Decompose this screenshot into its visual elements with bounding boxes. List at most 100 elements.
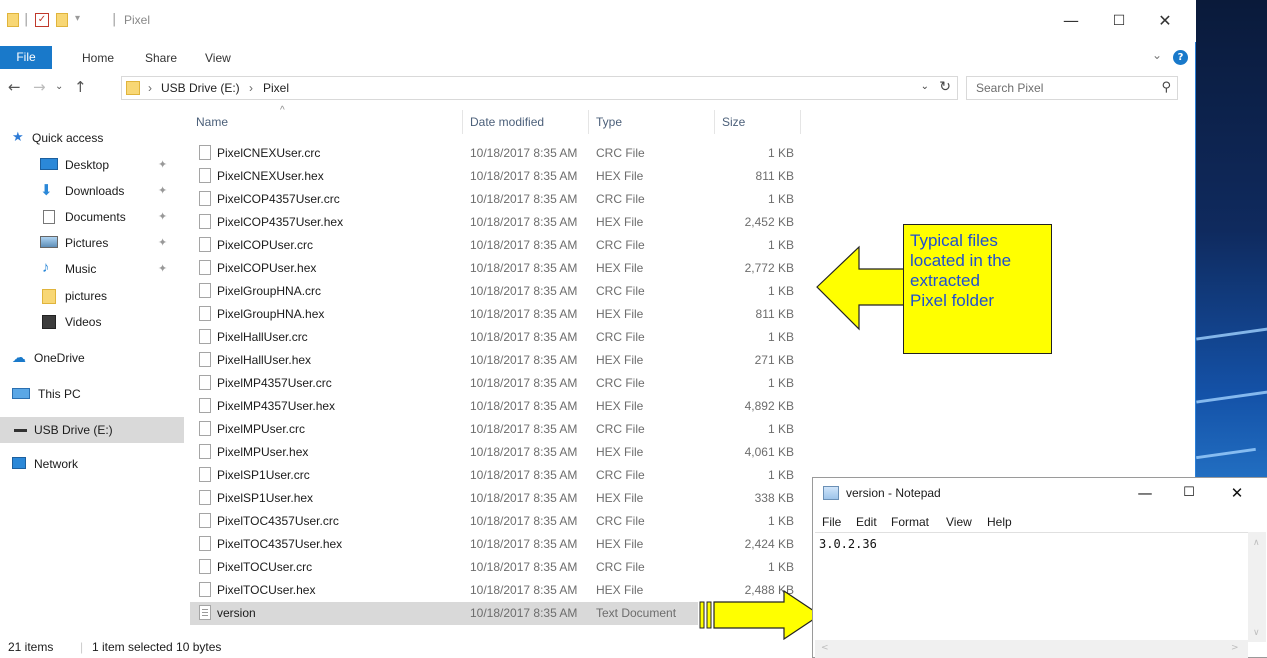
sidebar-item-usb-drive[interactable]: USB Drive (E:): [0, 417, 184, 443]
properties-icon[interactable]: ✓: [35, 13, 49, 27]
chevron-right-icon[interactable]: ›: [249, 81, 253, 95]
scroll-down-icon[interactable]: ∨: [1253, 628, 1260, 638]
chevron-down-icon[interactable]: ⌄: [1152, 48, 1162, 62]
file-name: PixelHallUser.hex: [217, 353, 312, 367]
pin-icon[interactable]: ✦: [158, 262, 167, 275]
file-size: 4,061 KB: [744, 445, 794, 459]
sidebar-item-quick-access[interactable]: ★ Quick access: [0, 126, 184, 150]
folder-icon: [42, 289, 56, 304]
file-row[interactable]: PixelHallUser.hex 10/18/2017 8:35 AM HEX F…: [190, 349, 802, 372]
file-name: PixelTOC4357User.crc: [217, 514, 339, 528]
sidebar-item-pictures[interactable]: Pictures ✦: [0, 231, 184, 255]
minimize-button[interactable]: —: [1056, 8, 1086, 34]
file-row[interactable]: PixelGroupHNA.hex 10/18/2017 8:35 AM HEX F…: [190, 303, 802, 326]
file-row[interactable]: PixelCNEXUser.crc 10/18/2017 8:35 AM CRC F…: [190, 142, 802, 165]
column-divider[interactable]: [462, 110, 463, 134]
menu-format[interactable]: Format: [891, 515, 929, 529]
file-row[interactable]: PixelTOC4357User.crc 10/18/2017 8:35 AM CR…: [190, 510, 802, 533]
breadcrumb-pixel[interactable]: Pixel: [263, 81, 289, 95]
pin-icon[interactable]: ✦: [158, 184, 167, 197]
file-size: 2,424 KB: [744, 537, 794, 551]
search-placeholder: Search Pixel: [976, 81, 1044, 95]
help-icon[interactable]: ?: [1173, 50, 1188, 65]
file-row[interactable]: PixelCNEXUser.hex 10/18/2017 8:35 AM HEX F…: [190, 165, 802, 188]
file-type: Text Document: [596, 606, 677, 620]
pin-icon[interactable]: ✦: [158, 236, 167, 249]
sidebar-item-pictures-folder[interactable]: pictures: [0, 284, 184, 308]
vertical-scrollbar[interactable]: ∧ ∨: [1248, 532, 1266, 642]
file-icon: [199, 352, 211, 367]
sidebar-item-documents[interactable]: Documents ✦: [0, 205, 184, 229]
documents-icon: [43, 210, 55, 224]
sidebar-item-downloads[interactable]: ⬇ Downloads ✦: [0, 179, 184, 203]
customize-toolbar-icon[interactable]: ▾: [75, 13, 80, 24]
file-size: 1 KB: [767, 284, 794, 298]
address-input[interactable]: › USB Drive (E:) › Pixel ⌄ ↻: [121, 76, 958, 100]
chevron-down-icon[interactable]: ⌄: [921, 81, 929, 92]
file-row[interactable]: PixelTOCUser.crc 10/18/2017 8:35 AM CRC Fi…: [190, 556, 802, 579]
file-row[interactable]: version 10/18/2017 8:35 AM Text Document: [190, 602, 698, 625]
tab-file[interactable]: File: [0, 46, 52, 69]
pin-icon[interactable]: ✦: [158, 210, 167, 223]
sidebar-item-music[interactable]: ♪ Music ✦: [0, 257, 184, 281]
file-row[interactable]: PixelMPUser.hex 10/18/2017 8:35 AM HEX Fil…: [190, 441, 802, 464]
column-size[interactable]: Size: [722, 115, 745, 129]
menu-help[interactable]: Help: [987, 515, 1012, 529]
column-date-modified[interactable]: Date modified: [470, 115, 544, 129]
close-button[interactable]: ✕: [1150, 8, 1180, 34]
tab-view[interactable]: View: [205, 47, 231, 69]
file-row[interactable]: PixelSP1User.hex 10/18/2017 8:35 AM HEX Fi…: [190, 487, 802, 510]
breadcrumb-usb-drive[interactable]: USB Drive (E:): [161, 81, 240, 95]
file-icon: [199, 329, 211, 344]
file-row[interactable]: PixelCOP4357User.crc 10/18/2017 8:35 AM CR…: [190, 188, 802, 211]
scroll-right-icon[interactable]: >: [1231, 643, 1239, 653]
file-type: CRC File: [596, 284, 645, 298]
menu-file[interactable]: File: [822, 515, 841, 529]
tab-share[interactable]: Share: [145, 47, 177, 69]
file-size: 1 KB: [767, 192, 794, 206]
file-icon: [199, 467, 211, 482]
sidebar-item-desktop[interactable]: Desktop ✦: [0, 153, 184, 177]
file-row[interactable]: PixelMP4357User.crc 10/18/2017 8:35 AM CRC…: [190, 372, 802, 395]
recent-locations-icon[interactable]: ⌄: [55, 81, 63, 92]
sidebar-item-onedrive[interactable]: ☁ OneDrive: [0, 346, 184, 370]
up-arrow-icon[interactable]: ↑: [74, 78, 87, 96]
file-row[interactable]: PixelMPUser.crc 10/18/2017 8:35 AM CRC Fil…: [190, 418, 802, 441]
file-row[interactable]: PixelSP1User.crc 10/18/2017 8:35 AM CRC Fi…: [190, 464, 802, 487]
column-name[interactable]: Name: [196, 115, 228, 129]
file-row[interactable]: PixelCOPUser.hex 10/18/2017 8:35 AM HEX Fi…: [190, 257, 802, 280]
file-row[interactable]: PixelCOP4357User.hex 10/18/2017 8:35 AM HE…: [190, 211, 802, 234]
notepad-minimize-button[interactable]: —: [1131, 482, 1159, 504]
search-input[interactable]: Search Pixel ⚲: [966, 76, 1178, 100]
menu-edit[interactable]: Edit: [856, 515, 877, 529]
file-row[interactable]: PixelHallUser.crc 10/18/2017 8:35 AM CRC F…: [190, 326, 802, 349]
column-type[interactable]: Type: [596, 115, 622, 129]
file-row[interactable]: PixelTOC4357User.hex 10/18/2017 8:35 AM HE…: [190, 533, 802, 556]
notepad-maximize-button[interactable]: ☐: [1175, 482, 1203, 504]
callout-line: extracted: [910, 271, 980, 290]
forward-arrow-icon[interactable]: →: [33, 78, 46, 96]
chevron-right-icon[interactable]: ›: [148, 81, 152, 95]
horizontal-scrollbar[interactable]: < >: [815, 640, 1248, 658]
tab-home[interactable]: Home: [82, 47, 114, 69]
callout-line: Pixel folder: [910, 291, 995, 310]
pin-icon[interactable]: ✦: [158, 158, 167, 171]
file-row[interactable]: PixelGroupHNA.crc 10/18/2017 8:35 AM CRC F…: [190, 280, 802, 303]
new-folder-icon[interactable]: [56, 13, 68, 27]
back-arrow-icon[interactable]: ←: [8, 78, 21, 96]
refresh-icon[interactable]: ↻: [939, 79, 951, 95]
menu-view[interactable]: View: [946, 515, 972, 529]
sidebar-item-videos[interactable]: Videos: [0, 310, 184, 334]
scroll-up-icon[interactable]: ∧: [1253, 538, 1260, 548]
search-icon[interactable]: ⚲: [1161, 80, 1171, 95]
sidebar-item-this-pc[interactable]: This PC: [0, 382, 184, 406]
column-divider[interactable]: [588, 110, 589, 134]
scroll-left-icon[interactable]: <: [821, 643, 829, 653]
notepad-close-button[interactable]: ✕: [1223, 482, 1251, 504]
column-divider[interactable]: [800, 110, 801, 134]
maximize-button[interactable]: ☐: [1104, 8, 1134, 34]
file-row[interactable]: PixelCOPUser.crc 10/18/2017 8:35 AM CRC Fi…: [190, 234, 802, 257]
column-divider[interactable]: [714, 110, 715, 134]
sidebar-item-network[interactable]: Network: [0, 452, 184, 476]
file-row[interactable]: PixelMP4357User.hex 10/18/2017 8:35 AM HEX…: [190, 395, 802, 418]
